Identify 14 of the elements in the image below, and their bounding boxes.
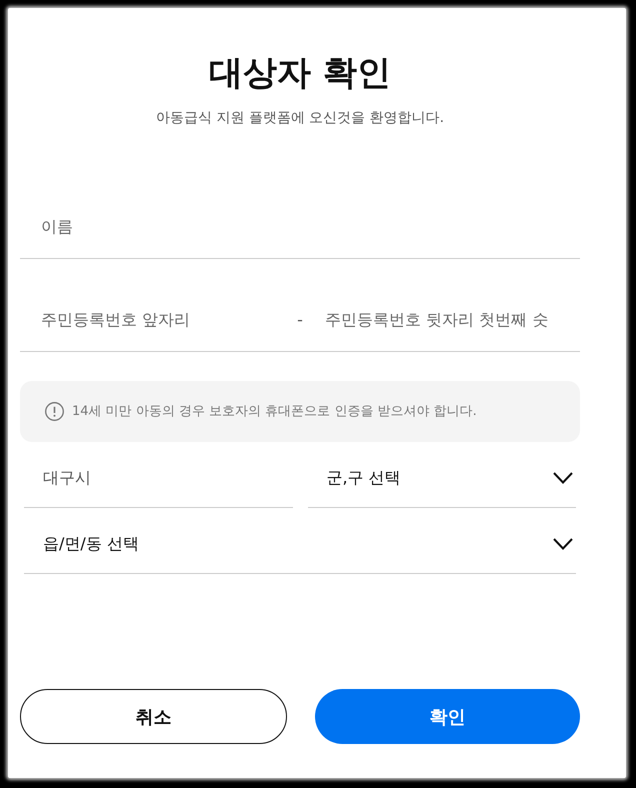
welcome-text: 아동급식 지원 플랫폼에 오신것을 환영합니다. <box>156 109 444 128</box>
dropdown[interactable]: 군,구 선택 <box>308 449 576 508</box>
chevron-down-icon <box>553 538 573 550</box>
dialog-title: 대상자 확인 <box>209 52 391 95</box>
exclamation-icon <box>45 402 64 421</box>
notice-text: 14세 미만 아동의 경우 보호자의 휴대폰으로 인증을 받으셔야 합니다. <box>72 402 477 420</box>
dash-separator: - <box>296 310 304 330</box>
confirm-button[interactable]: 확인 <box>315 689 580 744</box>
dropdown[interactable]: 읍/면/동 선택 <box>24 515 576 574</box>
chevron-down-icon <box>553 472 573 484</box>
id-number-back-input[interactable]: 주민등록번호 뒷자리 첫번째 숫 <box>310 298 580 342</box>
id-number-front-input[interactable]: 주민등록번호 앞자리 <box>20 298 290 342</box>
cancel-button[interactable]: 취소 <box>20 689 287 744</box>
name-input[interactable]: 이름 <box>20 195 580 259</box>
